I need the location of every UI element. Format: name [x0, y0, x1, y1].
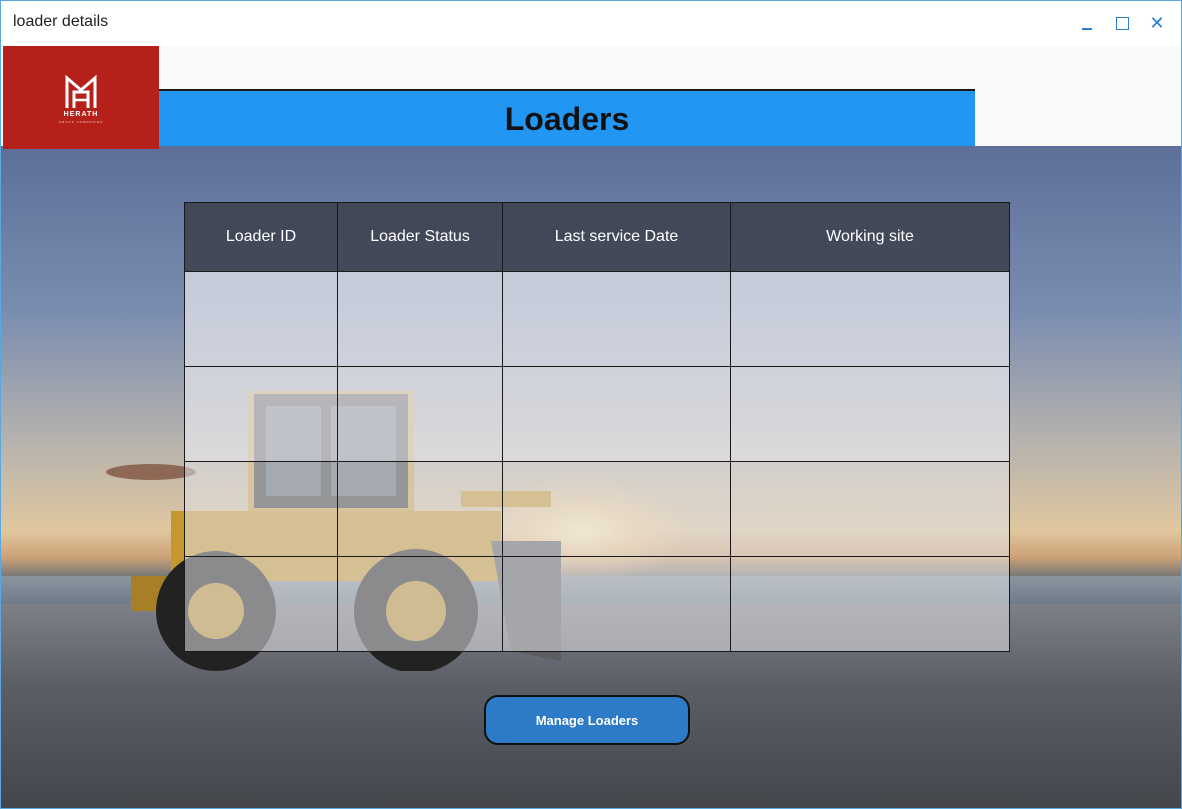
- manage-loaders-button[interactable]: Manage Loaders: [484, 695, 690, 745]
- table-cell[interactable]: [502, 461, 731, 557]
- company-logo: HERATH GROUP COMPANIES: [3, 46, 159, 149]
- table-cell[interactable]: [184, 366, 338, 462]
- table-cell[interactable]: [184, 271, 338, 367]
- column-header-loader-status[interactable]: Loader Status: [337, 202, 503, 272]
- title-bar[interactable]: loader details ✕: [1, 1, 1181, 46]
- maximize-icon[interactable]: [1107, 9, 1137, 37]
- table-cell[interactable]: [337, 366, 503, 462]
- table-cell[interactable]: [184, 461, 338, 557]
- table-row[interactable]: [184, 366, 1010, 462]
- table-cell[interactable]: [337, 461, 503, 557]
- table-row[interactable]: [184, 556, 1010, 652]
- table-row[interactable]: [184, 461, 1010, 557]
- table-cell[interactable]: [337, 556, 503, 652]
- table-cell[interactable]: [502, 271, 731, 367]
- column-header-last-service-date[interactable]: Last service Date: [502, 202, 731, 272]
- page-title: Loaders: [504, 101, 630, 137]
- close-icon[interactable]: ✕: [1142, 9, 1172, 37]
- table-cell[interactable]: [730, 271, 1010, 367]
- table-row[interactable]: [184, 271, 1010, 367]
- table-cell[interactable]: [502, 366, 731, 462]
- minimize-icon[interactable]: [1072, 9, 1102, 37]
- logo-mark-icon: [65, 74, 97, 108]
- window-title: loader details: [13, 13, 109, 30]
- table-cell[interactable]: [502, 556, 731, 652]
- logo-subtext: GROUP COMPANIES: [58, 120, 104, 124]
- logo-text: HERATH: [63, 111, 99, 118]
- table-cell[interactable]: [730, 556, 1010, 652]
- table-cell[interactable]: [730, 461, 1010, 557]
- loaders-table[interactable]: Loader ID Loader Status Last service Dat…: [184, 202, 1010, 652]
- table-cell[interactable]: [730, 366, 1010, 462]
- table-cell[interactable]: [184, 556, 338, 652]
- column-header-loader-id[interactable]: Loader ID: [184, 202, 338, 272]
- page-header: Loaders: [159, 89, 975, 146]
- table-cell[interactable]: [337, 271, 503, 367]
- column-header-working-site[interactable]: Working site: [730, 202, 1010, 272]
